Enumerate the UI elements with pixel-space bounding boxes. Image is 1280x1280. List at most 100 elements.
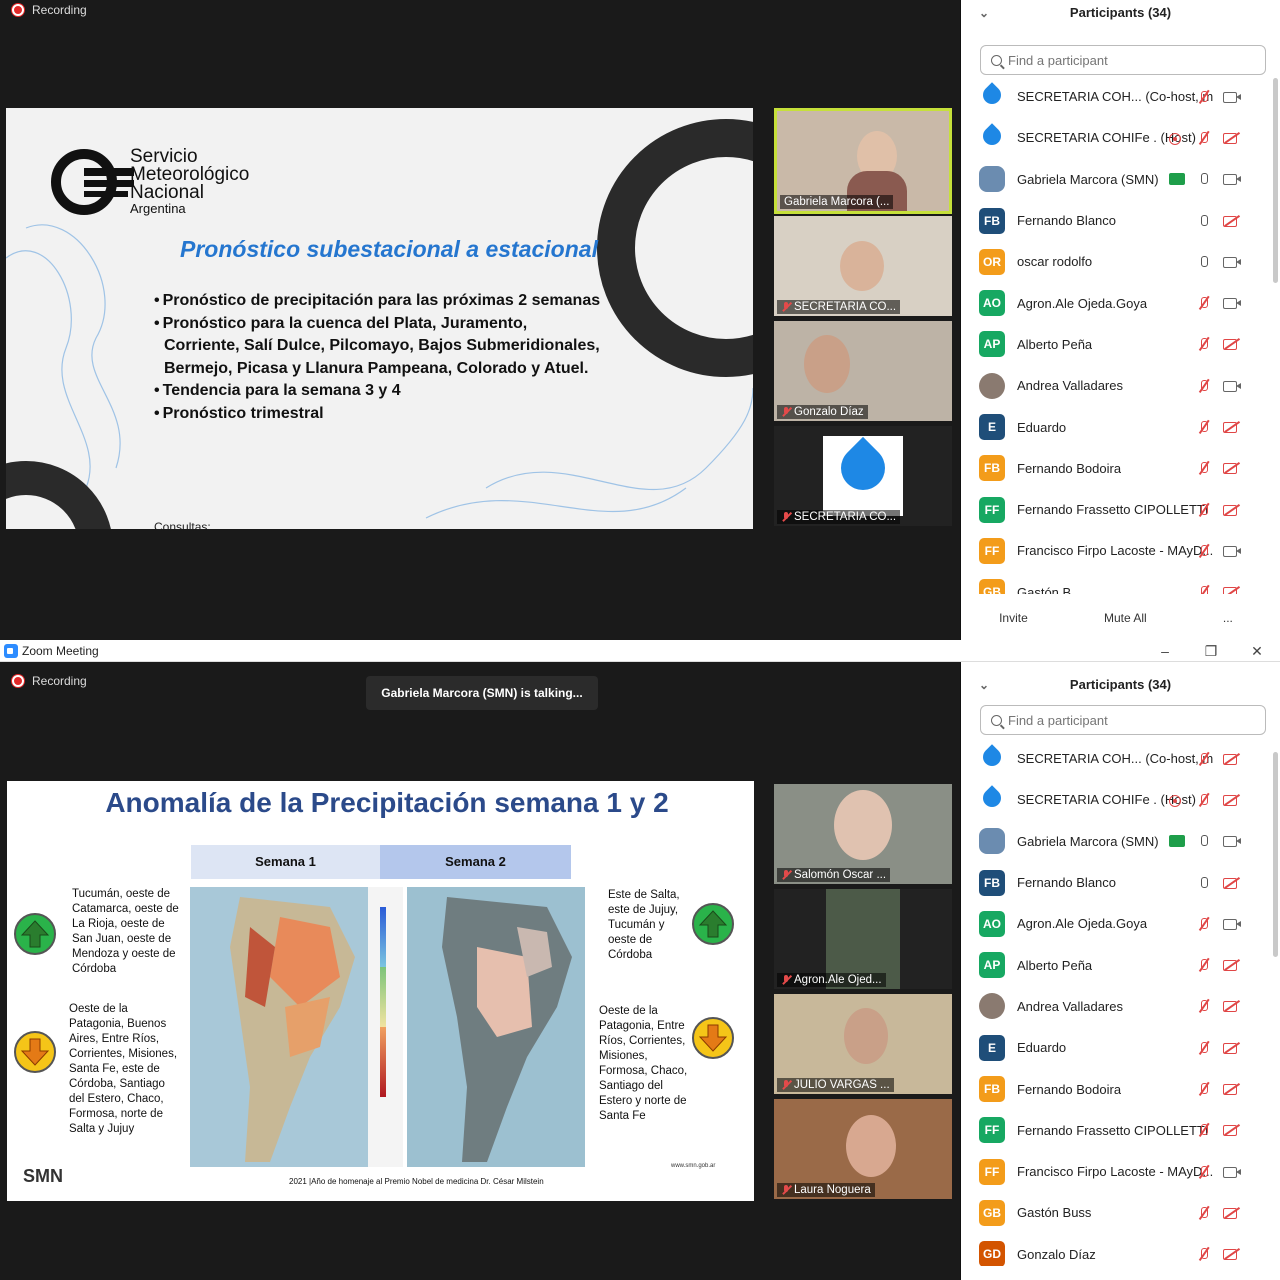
more-button[interactable]: ... [1214, 607, 1241, 629]
participant-row[interactable]: SECRETARIA COH... (Co-host, me) [961, 76, 1271, 117]
minimize-icon[interactable]: – [1142, 640, 1188, 662]
mute-all-button[interactable]: Mute All [1095, 607, 1155, 629]
search-input[interactable] [1008, 52, 1248, 68]
recording-indicator[interactable]: Recording [12, 3, 87, 17]
video-tile[interactable]: JULIO VARGAS ... [774, 994, 952, 1094]
maximize-icon[interactable]: ❐ [1188, 640, 1234, 662]
participant-avatar: FB [979, 455, 1005, 482]
close-icon[interactable]: ✕ [1234, 640, 1280, 662]
tile-name: Salomón Oscar ... [794, 869, 887, 881]
participant-row[interactable]: FF Fernando Frassetto CIPOLLETTI [961, 489, 1271, 530]
participant-row[interactable]: E Eduardo [961, 406, 1271, 447]
participant-row[interactable]: GB Gastón B... [961, 572, 1271, 594]
arrow-up-icon [14, 913, 56, 955]
recording-indicator[interactable]: Recording [12, 674, 87, 688]
bottom-zoom-window: Zoom Meeting – ❐ ✕ Recording Gabriela Ma… [0, 640, 1280, 1280]
participant-row[interactable]: FB Fernando Bodoira [961, 448, 1271, 489]
participant-avatar [979, 746, 1005, 772]
logo-line-4: Argentina [130, 201, 186, 216]
camera-off-icon [1223, 1123, 1241, 1137]
participant-list: SECRETARIA COH... (Co-host, me) SECRETARI… [961, 76, 1271, 594]
right-up-text: Este de Salta, este de Jujuy, Tucumán y … [608, 889, 680, 961]
participant-row[interactable]: FF Francisco Firpo Lacoste - MAyD... [961, 530, 1271, 571]
invite-button[interactable]: Invite [991, 607, 1036, 629]
screen-share-icon [1169, 835, 1185, 848]
list-scrollbar[interactable] [1273, 752, 1278, 957]
participant-avatar [979, 787, 1005, 813]
participant-row[interactable]: GD Gonzalo Díaz [961, 1234, 1271, 1266]
video-tile[interactable]: Gonzalo Díaz [774, 321, 952, 421]
mic-muted-icon [1195, 585, 1213, 594]
participant-avatar [979, 166, 1005, 193]
participant-row[interactable]: SECRETARIA COH... (Co-host, me) [961, 738, 1271, 779]
participant-row[interactable]: AP Alberto Peña [961, 944, 1271, 985]
participant-row[interactable]: AO Agron.Ale Ojeda.Goya [961, 903, 1271, 944]
participant-row[interactable]: FB Fernando Blanco [961, 200, 1271, 241]
mic-muted-icon [1195, 1123, 1213, 1137]
participant-row[interactable]: E Eduardo [961, 1027, 1271, 1068]
participant-row[interactable]: FB Fernando Bodoira [961, 1068, 1271, 1109]
list-scrollbar[interactable] [1273, 78, 1278, 283]
participant-search[interactable] [980, 705, 1266, 735]
arrow-up-glyph-icon [20, 920, 50, 948]
participant-row[interactable]: FF Fernando Frassetto CIPOLLETTI [961, 1110, 1271, 1151]
participant-name: Alberto Peña [1017, 336, 1093, 352]
mic-muted-icon [781, 1185, 791, 1195]
video-tile-active-speaker[interactable]: Gabriela Marcora (... [774, 108, 952, 214]
collapse-chevron-icon[interactable]: ⌄ [979, 672, 989, 698]
participant-row[interactable]: AO Agron.Ale Ojeda.Goya [961, 282, 1271, 323]
mic-muted-icon [1195, 793, 1213, 807]
participant-row[interactable]: Andrea Valladares [961, 365, 1271, 406]
arrow-up-glyph-icon [698, 910, 728, 938]
participant-status-icons [1195, 255, 1241, 269]
participant-face [804, 335, 850, 393]
participant-status-icons [1195, 296, 1241, 310]
search-input[interactable] [1008, 712, 1248, 728]
participant-row[interactable]: Andrea Valladares [961, 986, 1271, 1027]
semana-1-map-image [230, 897, 355, 1162]
participants-panel: ⌄ Participants (34) SECRETARIA COH... (C… [961, 0, 1280, 640]
participant-row[interactable]: SECRETARIA COHIFe . (Host) [961, 779, 1271, 820]
recording-icon [1167, 793, 1185, 807]
video-tile[interactable]: Laura Noguera [774, 1099, 952, 1199]
participant-name: Andrea Valladares [1017, 378, 1123, 394]
video-tile[interactable]: SECRETARIA CO... [774, 216, 952, 316]
camera-off-icon [1223, 214, 1241, 228]
participant-row[interactable]: GB Gastón Buss [961, 1192, 1271, 1233]
participant-avatar: AP [979, 331, 1005, 358]
participant-row[interactable]: OR oscar rodolfo [961, 241, 1271, 282]
participant-search[interactable] [980, 45, 1266, 75]
left-up-text: Tucumán, oeste de Catamarca, oeste de La… [72, 888, 179, 975]
participant-row[interactable]: AP Alberto Peña [961, 324, 1271, 365]
water-drop-icon [831, 436, 895, 500]
camera-icon [1223, 296, 1241, 310]
participant-row[interactable]: FF Francisco Firpo Lacoste - MAyD... [961, 1151, 1271, 1192]
participant-row[interactable]: Gabriela Marcora (SMN) [961, 821, 1271, 862]
camera-icon [1223, 379, 1241, 393]
meeting-stage: Recording Servicio Meteorológico Naciona… [0, 0, 960, 640]
participant-name: Fernando Frassetto CIPOLLETTI [1017, 502, 1209, 518]
mic-muted-icon [1195, 420, 1213, 434]
participant-row[interactable]: SECRETARIA COHIFe . (Host) [961, 117, 1271, 158]
participant-avatar: AO [979, 290, 1005, 317]
collapse-chevron-icon[interactable]: ⌄ [979, 0, 989, 26]
participant-status-icons [1195, 420, 1241, 434]
video-tile[interactable]: Salomón Oscar ... [774, 784, 952, 884]
mic-muted-icon [1195, 90, 1213, 104]
participant-status-icons [1195, 1206, 1241, 1220]
participant-row[interactable]: Gabriela Marcora (SMN) [961, 159, 1271, 200]
tile-name: Gonzalo Díaz [794, 406, 864, 418]
participant-avatar [979, 993, 1005, 1020]
camera-off-icon [1223, 1247, 1241, 1261]
camera-off-icon [1223, 420, 1241, 434]
recording-label: Recording [32, 674, 87, 688]
video-tile[interactable]: SECRETARIA CO... [774, 426, 952, 526]
camera-icon [1223, 172, 1241, 186]
mic-muted-icon [1195, 958, 1213, 972]
mic-icon [1195, 834, 1213, 848]
participant-status-icons [1195, 917, 1241, 931]
tile-name: SECRETARIA CO... [794, 301, 897, 313]
video-tile[interactable]: Agron.Ale Ojed... [774, 889, 952, 989]
participant-avatar [979, 828, 1005, 855]
participant-row[interactable]: FB Fernando Blanco [961, 862, 1271, 903]
